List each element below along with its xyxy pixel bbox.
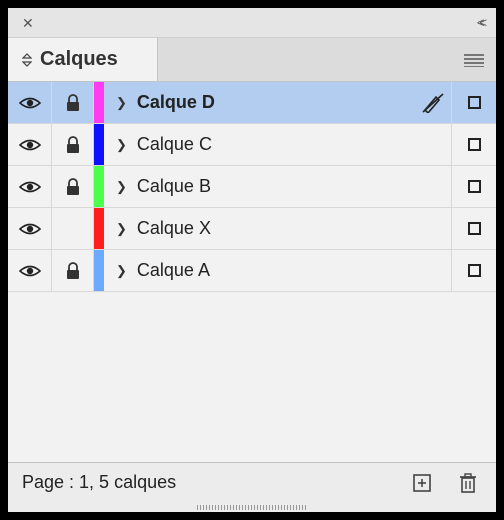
layer-row[interactable]: ❯ Calque X	[8, 208, 496, 250]
tab-bar: Calques	[8, 38, 496, 82]
resize-grip[interactable]	[8, 502, 496, 512]
layer-color-swatch[interactable]	[94, 166, 104, 207]
sort-icon	[22, 53, 32, 67]
layer-color-swatch[interactable]	[94, 124, 104, 165]
visibility-toggle[interactable]	[8, 82, 52, 123]
visibility-toggle[interactable]	[8, 124, 52, 165]
chevron-right-icon[interactable]: ❯	[116, 263, 127, 279]
layer-name: Calque X	[137, 218, 211, 239]
new-layer-button[interactable]	[408, 473, 436, 493]
selection-target[interactable]	[452, 250, 496, 291]
layer-main[interactable]: ❯ Calque A	[104, 250, 414, 291]
layer-color-swatch[interactable]	[94, 208, 104, 249]
pen-indicator	[414, 124, 452, 165]
layer-row[interactable]: ❯ Calque A	[8, 250, 496, 292]
layer-main[interactable]: ❯ Calque X	[104, 208, 414, 249]
panel-footer: Page : 1, 5 calques	[8, 462, 496, 502]
pen-indicator	[414, 208, 452, 249]
lock-icon	[65, 136, 81, 154]
selection-target[interactable]	[452, 82, 496, 123]
target-box-icon	[468, 222, 481, 235]
layer-name: Calque C	[137, 134, 212, 155]
eye-icon	[19, 96, 41, 110]
eye-icon	[19, 264, 41, 278]
layer-row[interactable]: ❯ Calque D	[8, 82, 496, 124]
eye-icon	[19, 138, 41, 152]
layer-name: Calque A	[137, 260, 210, 281]
layer-main[interactable]: ❯ Calque D	[104, 82, 414, 123]
collapse-icon[interactable]: <<	[477, 15, 482, 30]
lock-toggle[interactable]	[52, 166, 94, 207]
layer-row[interactable]: ❯ Calque C	[8, 124, 496, 166]
tab-label: Calques	[40, 48, 118, 71]
tab-calques[interactable]: Calques	[8, 38, 158, 81]
close-icon[interactable]: ✕	[22, 16, 34, 30]
panel-titlebar: ✕ <<	[8, 8, 496, 38]
lock-toggle[interactable]	[52, 124, 94, 165]
delete-layer-button[interactable]	[454, 472, 482, 494]
layer-name: Calque B	[137, 176, 211, 197]
layer-color-swatch[interactable]	[94, 250, 104, 291]
layer-row[interactable]: ❯ Calque B	[8, 166, 496, 208]
target-box-icon	[468, 96, 481, 109]
pen-indicator	[414, 166, 452, 207]
chevron-right-icon[interactable]: ❯	[116, 179, 127, 195]
lock-icon	[65, 178, 81, 196]
flyout-menu-icon[interactable]	[452, 38, 496, 81]
lock-toggle[interactable]	[52, 82, 94, 123]
chevron-right-icon[interactable]: ❯	[116, 95, 127, 111]
lock-icon	[65, 94, 81, 112]
target-box-icon	[468, 264, 481, 277]
status-text: Page : 1, 5 calques	[22, 472, 390, 493]
pen-indicator	[414, 250, 452, 291]
visibility-toggle[interactable]	[8, 208, 52, 249]
chevron-right-icon[interactable]: ❯	[116, 221, 127, 237]
lock-icon	[65, 262, 81, 280]
lock-toggle[interactable]	[52, 208, 94, 249]
pen-indicator	[414, 82, 452, 123]
target-box-icon	[468, 180, 481, 193]
layers-panel: ✕ << Calques ❯ Calque D ❯ Calque C ❯ Calque B…	[8, 8, 496, 512]
selection-target[interactable]	[452, 124, 496, 165]
selection-target[interactable]	[452, 208, 496, 249]
layer-main[interactable]: ❯ Calque C	[104, 124, 414, 165]
visibility-toggle[interactable]	[8, 166, 52, 207]
pen-disabled-icon	[422, 93, 444, 113]
chevron-right-icon[interactable]: ❯	[116, 137, 127, 153]
eye-icon	[19, 222, 41, 236]
layer-main[interactable]: ❯ Calque B	[104, 166, 414, 207]
visibility-toggle[interactable]	[8, 250, 52, 291]
layer-name: Calque D	[137, 92, 215, 113]
eye-icon	[19, 180, 41, 194]
lock-toggle[interactable]	[52, 250, 94, 291]
selection-target[interactable]	[452, 166, 496, 207]
target-box-icon	[468, 138, 481, 151]
layer-list: ❯ Calque D ❯ Calque C ❯ Calque B ❯ Calque X ❯ Cal…	[8, 82, 496, 462]
layer-color-swatch[interactable]	[94, 82, 104, 123]
